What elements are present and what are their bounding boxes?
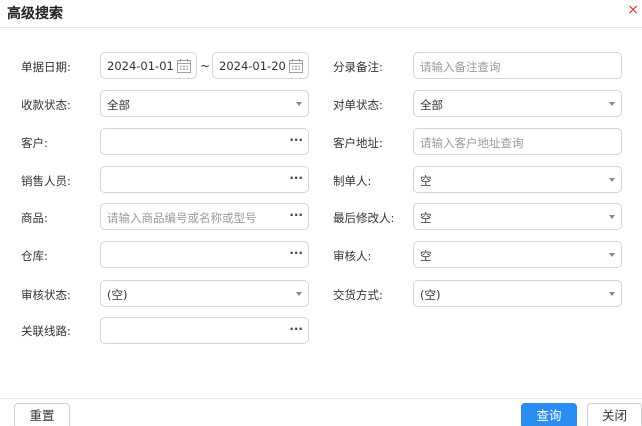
reconcile-status-select[interactable]: 全部	[413, 90, 622, 117]
reviewer-label: 审核人:	[333, 249, 372, 263]
entry-note-label: 分录备注:	[333, 60, 383, 74]
receipt-status-select[interactable]: 全部	[100, 90, 309, 117]
calendar-icon[interactable]	[176, 58, 192, 74]
delivery-method-value: (空)	[420, 288, 441, 302]
receipt-status-value: 全部	[107, 98, 130, 112]
more-icon[interactable]: ···	[289, 208, 303, 222]
receipt-status-label: 收款状态:	[21, 98, 71, 112]
warehouse-label: 仓库:	[21, 249, 48, 263]
creator-select[interactable]: 空	[413, 166, 622, 193]
date-range-separator: ~	[200, 59, 211, 73]
warehouse-input[interactable]: ···	[100, 241, 309, 268]
reconcile-status-value: 全部	[420, 98, 443, 112]
reviewer-select[interactable]: 空	[413, 241, 622, 268]
reset-button[interactable]: 重置	[14, 403, 70, 426]
delivery-method-label: 交货方式:	[333, 288, 383, 302]
more-icon[interactable]: ···	[289, 246, 303, 260]
review-status-value: (空)	[107, 288, 128, 302]
customer-label: 客户:	[21, 136, 48, 150]
last-modifier-value: 空	[420, 211, 432, 225]
dialog-header: 高级搜索 ×	[0, 0, 642, 28]
date-from-value: 2024-01-01	[107, 59, 174, 73]
chevron-down-icon	[609, 253, 615, 257]
customer-input[interactable]: ···	[100, 128, 309, 155]
chevron-down-icon	[609, 292, 615, 296]
customer-address-placeholder: 请输入客户地址查询	[420, 136, 524, 150]
doc-date-label: 单据日期:	[21, 60, 71, 74]
product-placeholder: 请输入商品编号或名称或型号	[107, 211, 257, 225]
date-to-input[interactable]: 2024-01-20	[212, 52, 309, 79]
route-input[interactable]: ···	[100, 317, 309, 344]
chevron-down-icon	[609, 215, 615, 219]
creator-label: 制单人:	[333, 174, 372, 188]
chevron-down-icon	[609, 178, 615, 182]
reviewer-value: 空	[420, 249, 432, 263]
entry-note-placeholder: 请输入备注查询	[420, 60, 501, 74]
chevron-down-icon	[296, 102, 302, 106]
salesperson-label: 销售人员:	[21, 174, 71, 188]
chevron-down-icon	[609, 102, 615, 106]
more-icon[interactable]: ···	[289, 133, 303, 147]
close-button[interactable]: 关闭	[587, 403, 642, 426]
customer-address-label: 客户地址:	[333, 136, 383, 150]
close-icon[interactable]: ×	[627, 3, 639, 17]
route-label: 关联线路:	[21, 324, 71, 338]
review-status-select[interactable]: (空)	[100, 280, 309, 307]
last-modifier-label: 最后修改人:	[333, 211, 395, 225]
entry-note-input[interactable]: 请输入备注查询	[413, 52, 622, 79]
dialog-title: 高级搜索	[7, 6, 63, 22]
delivery-method-select[interactable]: (空)	[413, 280, 622, 307]
salesperson-input[interactable]: ···	[100, 166, 309, 193]
query-button[interactable]: 查询	[521, 403, 577, 426]
last-modifier-select[interactable]: 空	[413, 203, 622, 230]
date-from-input[interactable]: 2024-01-01	[100, 52, 197, 79]
more-icon[interactable]: ···	[289, 171, 303, 185]
customer-address-input[interactable]: 请输入客户地址查询	[413, 128, 622, 155]
creator-value: 空	[420, 174, 432, 188]
calendar-icon[interactable]	[288, 58, 304, 74]
product-label: 商品:	[21, 211, 48, 225]
date-to-value: 2024-01-20	[219, 59, 286, 73]
reconcile-status-label: 对单状态:	[333, 98, 383, 112]
more-icon[interactable]: ···	[289, 322, 303, 336]
chevron-down-icon	[296, 292, 302, 296]
product-input[interactable]: 请输入商品编号或名称或型号 ···	[100, 203, 309, 230]
review-status-label: 审核状态:	[21, 288, 71, 302]
